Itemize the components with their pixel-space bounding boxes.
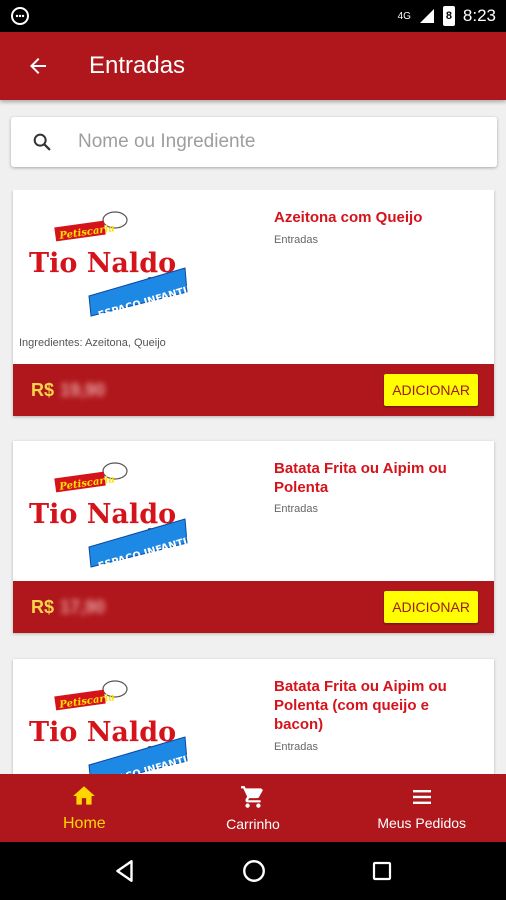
product-category: Entradas — [274, 741, 319, 753]
nav-home[interactable]: Home — [0, 774, 169, 842]
network-label: 4G — [397, 10, 411, 22]
product-name: Batata Frita ou Aipim ou Polenta (com qu… — [274, 678, 447, 733]
price-value: 17,90 — [60, 596, 106, 617]
signal-icon — [419, 9, 434, 23]
chat-notification-icon — [10, 4, 34, 28]
product-name: Azeitona com Queijo — [274, 209, 423, 226]
home-icon — [73, 786, 96, 805]
add-to-cart-button[interactable]: ADICIONAR — [384, 591, 478, 623]
currency-label: R$ — [31, 379, 55, 400]
nav-cart-label: Carrinho — [226, 816, 280, 832]
system-navigation-bar — [0, 842, 506, 900]
product-price: R$ 17,90 — [31, 597, 105, 618]
currency-label: R$ — [31, 596, 55, 617]
product-ingredients: Ingredientes: Azeitona, Queijo — [19, 337, 166, 349]
product-card[interactable]: Petiscaria Tio Naldo com ESPAÇO INFANTIL… — [13, 659, 494, 774]
bottom-navigation: Home Carrinho Meus Pedidos — [0, 774, 506, 842]
add-to-cart-button[interactable]: ADICIONAR — [384, 374, 478, 406]
app-bar: Entradas — [0, 32, 506, 100]
product-card[interactable]: Petiscaria Tio Naldo com ESPAÇO INFANTIL… — [13, 190, 494, 416]
search-icon — [11, 131, 73, 153]
restaurant-logo: Petiscaria Tio Naldo com ESPAÇO INFANTIL — [29, 680, 190, 774]
back-triangle-icon[interactable] — [112, 858, 138, 884]
product-category: Entradas — [274, 503, 319, 515]
nav-orders[interactable]: Meus Pedidos — [337, 774, 506, 842]
nav-home-label: Home — [62, 815, 106, 832]
product-category: Entradas — [274, 234, 319, 246]
clock: 8:23 — [462, 6, 496, 25]
product-name: Batata Frita ou Aipim ou Polenta — [274, 460, 447, 496]
product-footer: R$ 17,90 ADICIONAR — [13, 581, 494, 633]
arrow-back-icon — [30, 58, 46, 74]
nav-orders-label: Meus Pedidos — [377, 815, 467, 831]
restaurant-logo: Petiscaria Tio Naldo com ESPAÇO INFANTIL — [29, 211, 190, 318]
back-button[interactable] — [0, 32, 76, 100]
recents-square-icon[interactable] — [370, 859, 394, 883]
list-icon — [412, 790, 431, 804]
battery-icon: 8 — [442, 6, 455, 26]
nav-cart[interactable]: Carrinho — [169, 774, 338, 842]
home-circle-icon[interactable] — [241, 858, 267, 884]
product-list: Petiscaria Tio Naldo com ESPAÇO INFANTIL… — [0, 190, 506, 774]
page-title: Entradas — [89, 52, 186, 79]
cart-icon — [241, 786, 263, 808]
product-price: R$ 19,90 — [31, 380, 105, 401]
product-card[interactable]: Petiscaria Tio Naldo com ESPAÇO INFANTIL… — [13, 441, 494, 633]
restaurant-logo: Petiscaria Tio Naldo com ESPAÇO INFANTIL — [29, 462, 190, 569]
status-bar: 4G 8 8:23 — [0, 0, 506, 32]
search-input[interactable] — [78, 131, 458, 153]
price-value: 19,90 — [60, 379, 106, 400]
product-footer: R$ 19,90 ADICIONAR — [13, 364, 494, 416]
search-bar — [11, 117, 497, 167]
